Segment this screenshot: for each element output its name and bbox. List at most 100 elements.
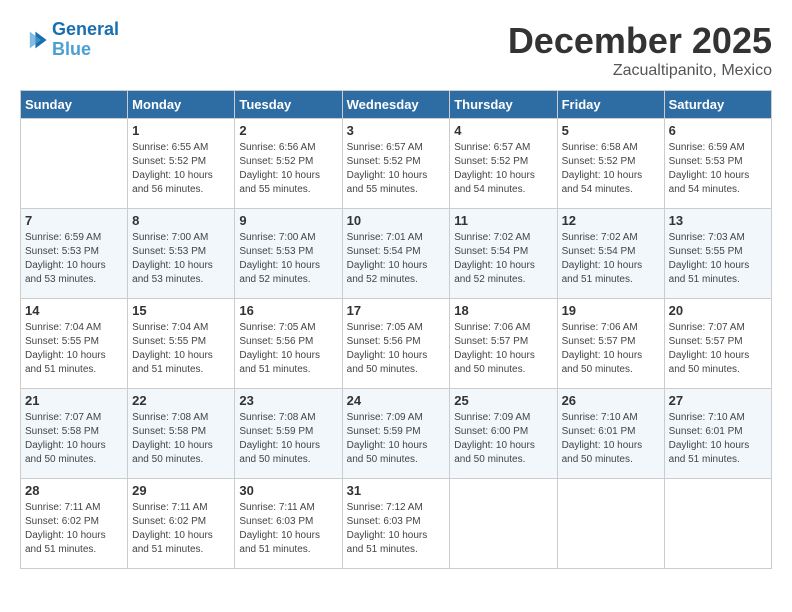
day-info: Sunrise: 7:10 AMSunset: 6:01 PMDaylight:… xyxy=(669,411,767,467)
day-number: 26 xyxy=(562,393,660,408)
calendar-cell: 18 Sunrise: 7:06 AMSunset: 5:57 PMDayligh… xyxy=(450,299,557,389)
logo-icon xyxy=(20,26,48,54)
day-number: 12 xyxy=(562,213,660,228)
calendar-cell: 25 Sunrise: 7:09 AMSunset: 6:00 PMDayligh… xyxy=(450,389,557,479)
weekday-header-saturday: Saturday xyxy=(664,91,771,119)
day-info: Sunrise: 6:56 AMSunset: 5:52 PMDaylight:… xyxy=(239,141,337,197)
day-number: 20 xyxy=(669,303,767,318)
day-number: 10 xyxy=(347,213,446,228)
calendar-cell xyxy=(21,119,128,209)
calendar-cell: 7Sunrise: 6:59 AMSunset: 5:53 PMDaylight… xyxy=(21,209,128,299)
calendar-cell: 19 Sunrise: 7:06 AMSunset: 5:57 PMDayligh… xyxy=(557,299,664,389)
day-info: Sunrise: 7:06 AMSunset: 5:57 PMDaylight:… xyxy=(454,321,552,377)
day-number: 1 xyxy=(132,123,230,138)
day-number: 3 xyxy=(347,123,446,138)
calendar-cell: 8Sunrise: 7:00 AMSunset: 5:53 PMDaylight… xyxy=(128,209,235,299)
weekday-header-sunday: Sunday xyxy=(21,91,128,119)
calendar-cell: 22 Sunrise: 7:08 AMSunset: 5:58 PMDayligh… xyxy=(128,389,235,479)
day-info: Sunrise: 7:03 AMSunset: 5:55 PMDaylight:… xyxy=(669,231,767,287)
day-number: 22 xyxy=(132,393,230,408)
calendar-cell: 13 Sunrise: 7:03 AMSunset: 5:55 PMDayligh… xyxy=(664,209,771,299)
calendar-cell: 29Sunrise: 7:11 AMSunset: 6:02 PMDayligh… xyxy=(128,479,235,569)
page-header: General Blue December 2025 Zacualtipanit… xyxy=(20,20,772,80)
weekday-header-monday: Monday xyxy=(128,91,235,119)
weekday-header-friday: Friday xyxy=(557,91,664,119)
day-info: Sunrise: 7:06 AMSunset: 5:57 PMDaylight:… xyxy=(562,321,660,377)
week-row-4: 21Sunrise: 7:07 AMSunset: 5:58 PMDayligh… xyxy=(21,389,772,479)
calendar-cell: 24 Sunrise: 7:09 AMSunset: 5:59 PMDayligh… xyxy=(342,389,450,479)
calendar-cell: 2 Sunrise: 6:56 AMSunset: 5:52 PMDaylight… xyxy=(235,119,342,209)
calendar-cell: 23Sunrise: 7:08 AMSunset: 5:59 PMDayligh… xyxy=(235,389,342,479)
weekday-header-tuesday: Tuesday xyxy=(235,91,342,119)
logo-text: General Blue xyxy=(52,20,119,60)
day-info: Sunrise: 7:08 AMSunset: 5:59 PMDaylight:… xyxy=(239,411,337,467)
day-info: Sunrise: 7:01 AMSunset: 5:54 PMDaylight:… xyxy=(347,231,446,287)
day-info: Sunrise: 7:09 AMSunset: 5:59 PMDaylight:… xyxy=(347,411,446,467)
day-number: 30 xyxy=(239,483,337,498)
day-number: 28 xyxy=(25,483,123,498)
calendar-cell: 11Sunrise: 7:02 AMSunset: 5:54 PMDayligh… xyxy=(450,209,557,299)
day-number: 8 xyxy=(132,213,230,228)
calendar-cell: 31 Sunrise: 7:12 AMSunset: 6:03 PMDayligh… xyxy=(342,479,450,569)
calendar-cell: 10 Sunrise: 7:01 AMSunset: 5:54 PMDayligh… xyxy=(342,209,450,299)
calendar-cell: 4Sunrise: 6:57 AMSunset: 5:52 PMDaylight… xyxy=(450,119,557,209)
calendar-cell: 27 Sunrise: 7:10 AMSunset: 6:01 PMDayligh… xyxy=(664,389,771,479)
logo: General Blue xyxy=(20,20,119,60)
day-info: Sunrise: 7:10 AMSunset: 6:01 PMDaylight:… xyxy=(562,411,660,467)
day-info: Sunrise: 7:11 AMSunset: 6:03 PMDaylight:… xyxy=(239,501,337,557)
day-info: Sunrise: 7:11 AMSunset: 6:02 PMDaylight:… xyxy=(25,501,123,557)
day-number: 18 xyxy=(454,303,552,318)
calendar-cell: 9 Sunrise: 7:00 AMSunset: 5:53 PMDaylight… xyxy=(235,209,342,299)
calendar-cell xyxy=(557,479,664,569)
day-number: 19 xyxy=(562,303,660,318)
week-row-2: 7Sunrise: 6:59 AMSunset: 5:53 PMDaylight… xyxy=(21,209,772,299)
day-info: Sunrise: 7:05 AMSunset: 5:56 PMDaylight:… xyxy=(239,321,337,377)
day-number: 29 xyxy=(132,483,230,498)
day-info: Sunrise: 7:09 AMSunset: 6:00 PMDaylight:… xyxy=(454,411,552,467)
calendar-cell: 14 Sunrise: 7:04 AMSunset: 5:55 PMDayligh… xyxy=(21,299,128,389)
day-info: Sunrise: 6:59 AMSunset: 5:53 PMDaylight:… xyxy=(669,141,767,197)
day-info: Sunrise: 7:08 AMSunset: 5:58 PMDaylight:… xyxy=(132,411,230,467)
calendar-cell: 15Sunrise: 7:04 AMSunset: 5:55 PMDayligh… xyxy=(128,299,235,389)
calendar-cell: 5 Sunrise: 6:58 AMSunset: 5:52 PMDaylight… xyxy=(557,119,664,209)
day-info: Sunrise: 6:55 AMSunset: 5:52 PMDaylight:… xyxy=(132,141,230,197)
calendar-cell: 28 Sunrise: 7:11 AMSunset: 6:02 PMDayligh… xyxy=(21,479,128,569)
calendar-cell: 3 Sunrise: 6:57 AMSunset: 5:52 PMDaylight… xyxy=(342,119,450,209)
day-number: 9 xyxy=(239,213,337,228)
week-row-3: 14 Sunrise: 7:04 AMSunset: 5:55 PMDayligh… xyxy=(21,299,772,389)
day-info: Sunrise: 7:04 AMSunset: 5:55 PMDaylight:… xyxy=(132,321,230,377)
day-info: Sunrise: 6:57 AMSunset: 5:52 PMDaylight:… xyxy=(347,141,446,197)
day-info: Sunrise: 7:12 AMSunset: 6:03 PMDaylight:… xyxy=(347,501,446,557)
day-info: Sunrise: 7:04 AMSunset: 5:55 PMDaylight:… xyxy=(25,321,123,377)
weekday-header-wednesday: Wednesday xyxy=(342,91,450,119)
weekday-header-row: SundayMondayTuesdayWednesdayThursdayFrid… xyxy=(21,91,772,119)
calendar-cell: 20Sunrise: 7:07 AMSunset: 5:57 PMDayligh… xyxy=(664,299,771,389)
day-number: 5 xyxy=(562,123,660,138)
day-number: 21 xyxy=(25,393,123,408)
week-row-5: 28 Sunrise: 7:11 AMSunset: 6:02 PMDayligh… xyxy=(21,479,772,569)
day-number: 11 xyxy=(454,213,552,228)
week-row-1: 1 Sunrise: 6:55 AMSunset: 5:52 PMDaylight… xyxy=(21,119,772,209)
day-info: Sunrise: 7:05 AMSunset: 5:56 PMDaylight:… xyxy=(347,321,446,377)
calendar-cell: 26 Sunrise: 7:10 AMSunset: 6:01 PMDayligh… xyxy=(557,389,664,479)
day-number: 24 xyxy=(347,393,446,408)
day-number: 31 xyxy=(347,483,446,498)
day-info: Sunrise: 6:59 AMSunset: 5:53 PMDaylight:… xyxy=(25,231,123,287)
calendar-cell: 12Sunrise: 7:02 AMSunset: 5:54 PMDayligh… xyxy=(557,209,664,299)
day-number: 2 xyxy=(239,123,337,138)
calendar-cell: 21Sunrise: 7:07 AMSunset: 5:58 PMDayligh… xyxy=(21,389,128,479)
calendar-cell: 1 Sunrise: 6:55 AMSunset: 5:52 PMDaylight… xyxy=(128,119,235,209)
calendar-cell: 16Sunrise: 7:05 AMSunset: 5:56 PMDayligh… xyxy=(235,299,342,389)
day-info: Sunrise: 6:58 AMSunset: 5:52 PMDaylight:… xyxy=(562,141,660,197)
day-number: 14 xyxy=(25,303,123,318)
day-number: 6 xyxy=(669,123,767,138)
day-number: 25 xyxy=(454,393,552,408)
calendar-cell: 6 Sunrise: 6:59 AMSunset: 5:53 PMDaylight… xyxy=(664,119,771,209)
day-number: 13 xyxy=(669,213,767,228)
day-number: 17 xyxy=(347,303,446,318)
day-info: Sunrise: 7:00 AMSunset: 5:53 PMDaylight:… xyxy=(239,231,337,287)
day-number: 27 xyxy=(669,393,767,408)
calendar-cell xyxy=(450,479,557,569)
day-info: Sunrise: 6:57 AMSunset: 5:52 PMDaylight:… xyxy=(454,141,552,197)
weekday-header-thursday: Thursday xyxy=(450,91,557,119)
